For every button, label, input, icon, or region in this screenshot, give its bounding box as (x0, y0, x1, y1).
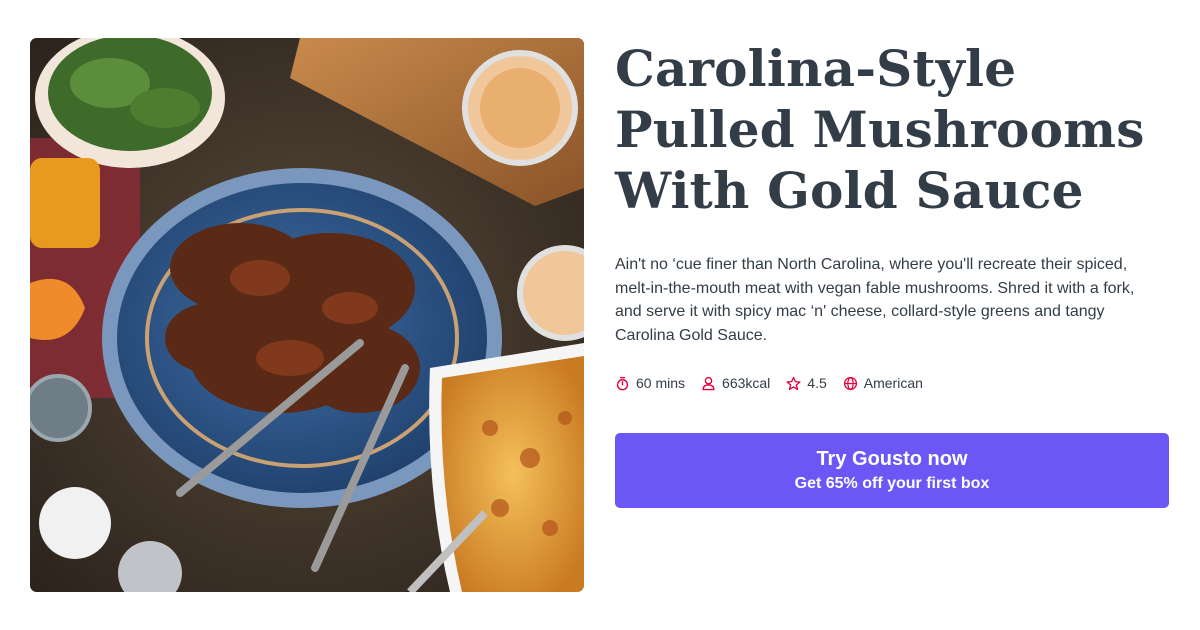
recipe-details: Carolina-Style Pulled Mushrooms With Gol… (615, 38, 1170, 391)
cta-subtitle: Get 65% off your first box (794, 475, 990, 492)
meta-cuisine: American (843, 375, 923, 391)
person-icon (701, 376, 716, 391)
recipe-description: Ain't no ‘cue finer than North Carolina,… (615, 256, 1135, 344)
meta-time: 60 mins (615, 375, 685, 391)
meta-cuisine-value: American (863, 375, 923, 391)
meta-time-value: 60 mins (636, 375, 686, 391)
stopwatch-icon (615, 376, 630, 391)
globe-icon (843, 376, 858, 391)
meta-rating-value: 4.5 (807, 375, 827, 391)
cta-title: Try Gousto now (816, 448, 968, 470)
meta-rating: 4.5 (786, 375, 827, 391)
meta-calories: 663kcal (701, 375, 770, 391)
star-icon (786, 376, 801, 391)
recipe-photo (30, 38, 584, 592)
recipe-meta: 60 mins 663kcal 4.5 American (615, 375, 1170, 391)
try-gousto-button[interactable]: Try Gousto now Get 65% off your first bo… (615, 433, 1169, 508)
meta-calories-value: 663kcal (722, 375, 771, 391)
recipe-title: Carolina-Style Pulled Mushrooms With Gol… (615, 39, 1145, 220)
